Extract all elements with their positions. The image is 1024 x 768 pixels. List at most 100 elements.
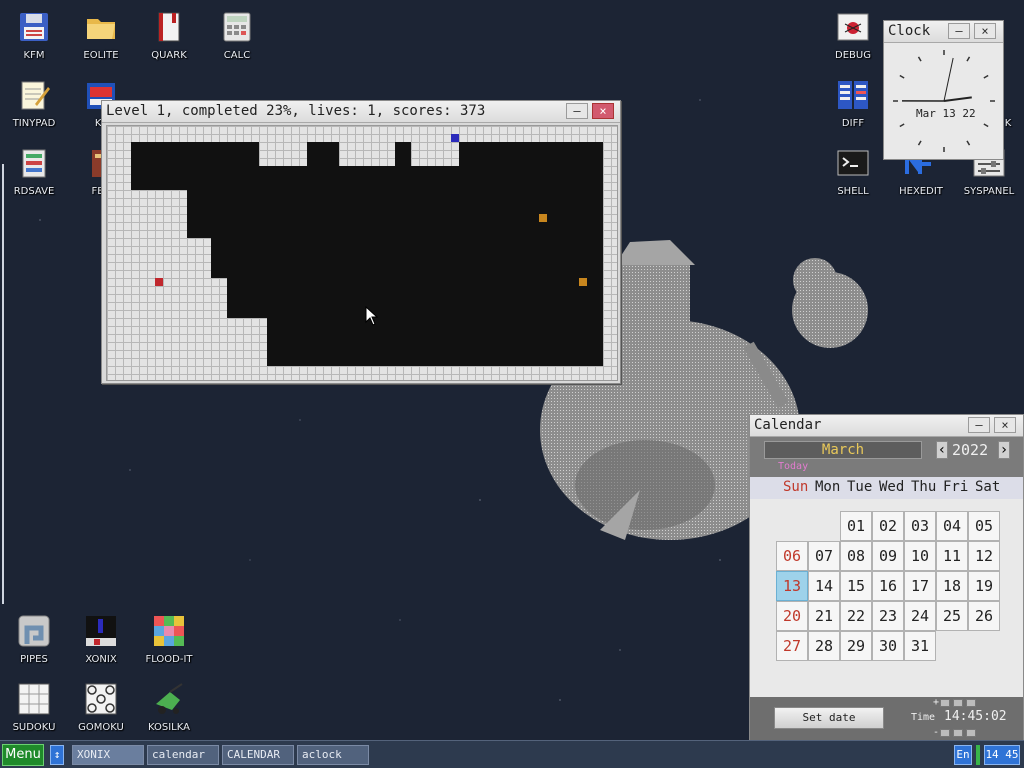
minute-decrement-button[interactable]	[953, 729, 963, 737]
desktop-icon-label: KFM	[23, 50, 45, 61]
xonix-window[interactable]: Level 1, completed 23%, lives: 1, scores…	[101, 100, 621, 384]
game-field[interactable]	[106, 125, 618, 381]
cleared-area	[155, 166, 603, 190]
day-cell[interactable]: 14	[808, 571, 840, 601]
day-cell[interactable]: 19	[968, 571, 1000, 601]
time-increment-label: +	[933, 697, 940, 708]
hour-decrement-button[interactable]	[940, 729, 950, 737]
desktop-icon-quark[interactable]: QUARK	[135, 2, 203, 66]
bug-icon	[836, 10, 870, 44]
prev-year-button[interactable]: ‹	[936, 441, 948, 459]
minute-increment-button[interactable]	[953, 699, 963, 707]
minimize-button[interactable]: –	[566, 103, 588, 119]
day-cell[interactable]: 23	[872, 601, 904, 631]
day-cell[interactable]: 09	[872, 541, 904, 571]
day-cell[interactable]: 07	[808, 541, 840, 571]
desktop-icon-label: RDSAVE	[13, 186, 55, 197]
xonix-icon	[84, 614, 118, 648]
menu-button[interactable]: Menu	[2, 744, 44, 766]
close-button[interactable]: ×	[994, 417, 1016, 433]
day-cell[interactable]: 08	[840, 541, 872, 571]
desktop-icon-debug[interactable]: DEBUG	[819, 2, 887, 66]
day-cell[interactable]: 05	[968, 511, 1000, 541]
desktop-icon-pipes[interactable]: PIPES	[0, 606, 68, 670]
day-cell[interactable]: 24	[904, 601, 936, 631]
desktop-icon-sudoku[interactable]: SUDOKU	[0, 674, 68, 738]
month-selector[interactable]: March	[764, 441, 922, 459]
day-cell[interactable]: 06	[776, 541, 808, 571]
desktop-icon-label: FLOOD-IT	[145, 654, 193, 665]
desktop-icon-label: DEBUG	[835, 50, 871, 61]
day-cell[interactable]: 28	[808, 631, 840, 661]
day-cell-selected[interactable]: 13	[776, 571, 808, 601]
next-year-button[interactable]: ›	[998, 441, 1010, 459]
desktop-icon-flood-it[interactable]: FLOOD-IT	[135, 606, 203, 670]
enemy-ball	[539, 214, 547, 222]
desktop-icon-tinypad[interactable]: TINYPAD	[0, 70, 68, 134]
day-cell[interactable]: 25	[936, 601, 968, 631]
day-cell[interactable]: 16	[872, 571, 904, 601]
desktop-icon-kosilka[interactable]: KOSILKA	[135, 674, 203, 738]
lawnmower-icon	[152, 682, 186, 716]
desktop-icon-eolite[interactable]: EOLITE	[67, 2, 135, 66]
desktop-icon-xonix[interactable]: XONIX	[67, 606, 135, 670]
language-indicator[interactable]: En	[954, 745, 972, 765]
desktop-icon-label: TINYPAD	[12, 118, 56, 129]
set-date-button[interactable]: Set date	[774, 707, 884, 729]
task-aclock[interactable]: aclock	[297, 745, 369, 765]
day-cell[interactable]: 04	[936, 511, 968, 541]
sudoku-icon	[17, 682, 51, 716]
day-cell[interactable]: 02	[872, 511, 904, 541]
task-calendar-upper[interactable]: CALENDAR	[222, 745, 294, 765]
desktop-icon-label: QUARK	[151, 50, 187, 61]
window-switch-button[interactable]: ↕	[50, 745, 64, 765]
hour-hand	[943, 96, 972, 102]
calendar-window[interactable]: Calendar – × March ‹ 2022 › Today Sun Mo…	[749, 414, 1024, 740]
xonix-titlebar[interactable]: Level 1, completed 23%, lives: 1, scores…	[102, 101, 620, 123]
desktop-icon-rdsave[interactable]: RDSAVE	[0, 138, 68, 202]
day-cell[interactable]: 29	[840, 631, 872, 661]
day-cell[interactable]: 12	[968, 541, 1000, 571]
pipes-icon	[17, 614, 51, 648]
day-cell[interactable]: 31	[904, 631, 936, 661]
close-button[interactable]: ×	[592, 103, 614, 119]
today-link[interactable]: Today	[778, 461, 808, 472]
desktop-icon-gomoku[interactable]: GOMOKU	[67, 674, 135, 738]
day-cell[interactable]: 18	[936, 571, 968, 601]
hour-increment-button[interactable]	[940, 699, 950, 707]
weekday-thu: Thu	[911, 479, 937, 495]
flood-it-icon	[152, 614, 186, 648]
desktop-icon-shell[interactable]: SHELL	[819, 138, 887, 202]
desktop-icon-kfm[interactable]: KFM	[0, 2, 68, 66]
day-cell[interactable]: 03	[904, 511, 936, 541]
time-value: 14:45:02	[944, 709, 1007, 724]
day-cell[interactable]: 01	[840, 511, 872, 541]
day-cell[interactable]: 22	[840, 601, 872, 631]
desktop-icon-calc[interactable]: CALC	[203, 2, 271, 66]
second-increment-button[interactable]	[966, 699, 976, 707]
task-xonix[interactable]: XONIX	[72, 745, 144, 765]
diff-icon	[836, 78, 870, 112]
calendar-titlebar[interactable]: Calendar – ×	[750, 415, 1023, 437]
day-cell[interactable]: 27	[776, 631, 808, 661]
task-calendar[interactable]: calendar	[147, 745, 219, 765]
day-cell[interactable]: 21	[808, 601, 840, 631]
clock-titlebar[interactable]: Clock – ×	[884, 21, 1003, 43]
close-button[interactable]: ×	[974, 23, 996, 39]
clock-tick	[966, 140, 971, 146]
minimize-button[interactable]: –	[948, 23, 970, 39]
gomoku-icon	[84, 682, 118, 716]
clock-window[interactable]: Clock – × Mar 13 22	[883, 20, 1004, 160]
cleared-area	[267, 318, 603, 366]
taskbar-clock[interactable]: 14 45	[984, 745, 1020, 765]
day-cell[interactable]: 15	[840, 571, 872, 601]
day-cell[interactable]: 17	[904, 571, 936, 601]
day-cell[interactable]: 20	[776, 601, 808, 631]
minimize-button[interactable]: –	[968, 417, 990, 433]
desktop-icon-diff[interactable]: DIFF	[819, 70, 887, 134]
day-cell[interactable]: 26	[968, 601, 1000, 631]
day-cell[interactable]: 10	[904, 541, 936, 571]
day-cell[interactable]: 30	[872, 631, 904, 661]
day-cell[interactable]: 11	[936, 541, 968, 571]
second-decrement-button[interactable]	[966, 729, 976, 737]
